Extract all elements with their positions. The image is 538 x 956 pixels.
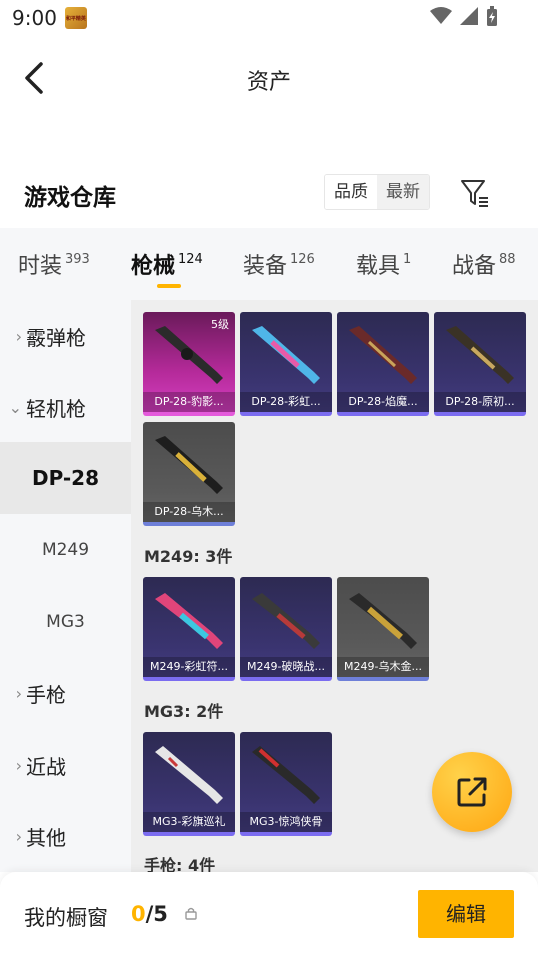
category-tabs: 时装 393 枪械 124 装备 126 载具 1 战备 88 xyxy=(0,228,538,300)
sidebar-item-pistol[interactable]: › 手枪 xyxy=(0,657,131,729)
lmg-skin-image xyxy=(349,593,417,649)
sort-latest-button[interactable]: 最新 xyxy=(377,175,429,209)
tab-equipment[interactable]: 装备 126 xyxy=(243,248,315,280)
item-card[interactable]: DP-28-乌木... xyxy=(143,422,235,526)
chevron-right-icon: › xyxy=(15,826,22,846)
status-time: 9:00 xyxy=(12,6,57,30)
item-name: DP-28-乌木... xyxy=(143,502,235,522)
group-title-pistol: 手枪: 4件 xyxy=(144,856,216,872)
lmg-skin-image xyxy=(252,326,320,384)
filter-icon xyxy=(461,180,488,207)
warehouse-header: 游戏仓库 品质 最新 xyxy=(0,160,538,226)
sidebar: › 霰弹枪 ⌄ 轻机枪 DP-28 M249 MG3 › 手枪 › 近战 › 其他 xyxy=(0,300,131,872)
sort-quality-button[interactable]: 品质 xyxy=(325,175,377,209)
chevron-down-icon: ⌄ xyxy=(8,397,22,417)
showcase-label: 我的橱窗 xyxy=(24,906,108,930)
lock-icon xyxy=(185,907,197,920)
mg3-row: MG3-彩旗巡礼 MG3-惊鸿侠骨 xyxy=(143,732,332,836)
status-bar: 9:00 和平精英 xyxy=(0,0,538,36)
item-name: MG3-惊鸿侠骨 xyxy=(240,812,332,832)
chevron-right-icon: › xyxy=(15,683,22,703)
share-button[interactable] xyxy=(432,752,512,832)
sort-toggle: 品质 最新 xyxy=(324,174,430,210)
sidebar-item-other[interactable]: › 其他 xyxy=(0,800,131,872)
group-title-mg3: MG3: 2件 xyxy=(144,702,224,721)
item-card[interactable]: MG3-惊鸿侠骨 xyxy=(240,732,332,836)
app-notification-icon: 和平精英 xyxy=(64,7,87,29)
active-tab-indicator xyxy=(157,284,181,288)
signal-icon xyxy=(460,7,478,25)
chevron-right-icon: › xyxy=(15,755,22,775)
dp28-row-2: DP-28-乌木... xyxy=(143,422,235,526)
sidebar-item-dp28[interactable]: DP-28 xyxy=(0,442,131,514)
item-card[interactable]: M249-彩虹符... xyxy=(143,577,235,681)
share-icon xyxy=(457,777,487,807)
item-name: M249-乌木金... xyxy=(337,657,429,677)
sidebar-item-m249[interactable]: M249 xyxy=(0,514,131,586)
lmg-skin-image xyxy=(155,436,223,494)
lmg-skin-image xyxy=(155,326,223,384)
item-name: M249-彩虹符... xyxy=(143,657,235,677)
tab-outfits[interactable]: 时装 393 xyxy=(18,248,90,280)
item-name: DP-28-焰魔... xyxy=(337,392,429,412)
sidebar-item-mg3[interactable]: MG3 xyxy=(0,586,131,658)
showcase-bar: 我的橱窗 0/5 编辑 xyxy=(0,872,538,956)
dp28-row-1: 5级 DP-28-豹影... DP-28-彩虹... DP-28-焰魔... D… xyxy=(143,312,526,416)
top-bar: 资产 xyxy=(0,40,538,116)
lmg-skin-image xyxy=(155,593,223,649)
edit-button[interactable]: 编辑 xyxy=(418,890,514,938)
sidebar-item-shotgun[interactable]: › 霰弹枪 xyxy=(0,300,131,372)
item-name: DP-28-原初... xyxy=(434,392,526,412)
lmg-skin-image xyxy=(155,746,223,804)
tab-battle-prep[interactable]: 战备 88 xyxy=(452,248,516,280)
status-icons xyxy=(430,6,498,26)
sidebar-item-lmg[interactable]: ⌄ 轻机枪 xyxy=(0,371,131,443)
tab-guns[interactable]: 枪械 124 xyxy=(131,248,203,280)
lmg-skin-image xyxy=(349,326,417,384)
item-card[interactable]: DP-28-原初... xyxy=(434,312,526,416)
section-title: 游戏仓库 xyxy=(24,185,116,211)
battery-icon xyxy=(487,6,497,26)
chevron-right-icon: › xyxy=(15,326,22,346)
m249-row: M249-彩虹符... M249-破晓战... M249-乌木金... xyxy=(143,577,429,681)
item-card[interactable]: 5级 DP-28-豹影... xyxy=(143,312,235,416)
item-card[interactable]: M249-破晓战... xyxy=(240,577,332,681)
item-card[interactable]: DP-28-焰魔... xyxy=(337,312,429,416)
page-title: 资产 xyxy=(246,70,291,95)
wifi-icon xyxy=(430,7,452,24)
item-name: MG3-彩旗巡礼 xyxy=(143,812,235,832)
item-card[interactable]: MG3-彩旗巡礼 xyxy=(143,732,235,836)
filter-button[interactable] xyxy=(460,178,490,208)
item-name: DP-28-豹影... xyxy=(143,392,235,412)
group-title-m249: M249: 3件 xyxy=(144,547,233,566)
lmg-skin-image xyxy=(252,593,320,649)
item-name: M249-破晓战... xyxy=(240,657,332,677)
item-card[interactable]: DP-28-彩虹... xyxy=(240,312,332,416)
showcase-count: 0/5 xyxy=(131,902,168,926)
lmg-skin-image xyxy=(252,746,320,804)
lmg-skin-image xyxy=(446,326,514,384)
tab-vehicles[interactable]: 载具 1 xyxy=(356,248,411,280)
item-card[interactable]: M249-乌木金... xyxy=(337,577,429,681)
sidebar-item-melee[interactable]: › 近战 xyxy=(0,729,131,801)
item-name: DP-28-彩虹... xyxy=(240,392,332,412)
